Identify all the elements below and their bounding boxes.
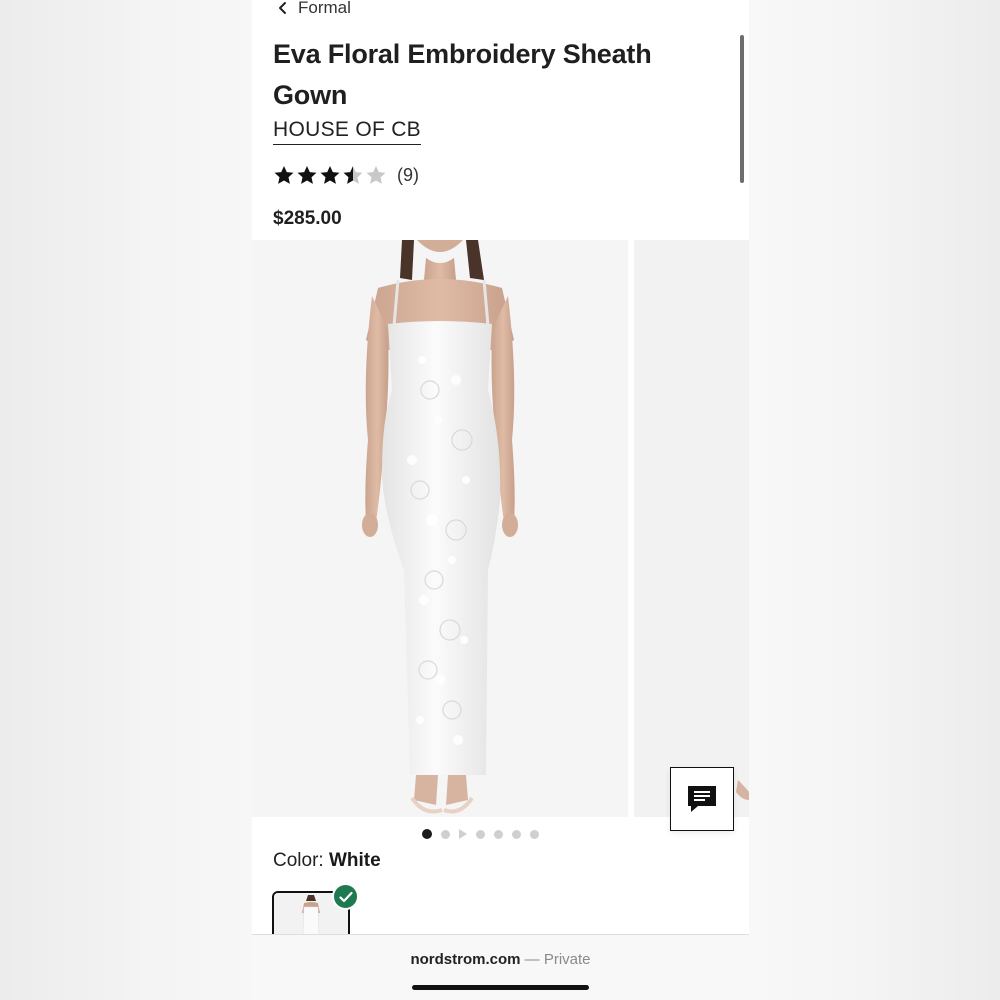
checkmark-icon: [338, 891, 353, 902]
product-image-main[interactable]: [252, 240, 628, 817]
star-filled-icon: [297, 166, 317, 184]
url-display[interactable]: nordstrom.com — Private: [252, 951, 749, 968]
back-to-formal-link[interactable]: Formal: [276, 0, 351, 20]
chevron-left-icon: [279, 2, 286, 14]
gallery-dot[interactable]: [441, 829, 450, 839]
star-filled-icon: [274, 166, 294, 184]
gallery-dot[interactable]: [494, 829, 503, 839]
chat-icon: [688, 786, 716, 812]
gallery-dot[interactable]: [530, 829, 539, 839]
url-domain: nordstrom.com: [410, 951, 521, 968]
home-indicator[interactable]: [412, 985, 589, 990]
selected-check-badge: [332, 883, 359, 910]
private-mode-label: — Private: [520, 951, 591, 968]
gallery-dot-active[interactable]: [422, 829, 432, 839]
gallery-pagination[interactable]: [422, 826, 539, 842]
star-empty-icon: [366, 166, 386, 184]
back-link-label: Formal: [298, 0, 351, 17]
star-filled-icon: [320, 166, 340, 184]
gallery-video-indicator[interactable]: [459, 829, 467, 839]
chat-button[interactable]: [670, 767, 734, 831]
left-background: [0, 0, 252, 1000]
star-half-icon: [343, 166, 363, 184]
right-background: [748, 0, 1000, 1000]
brand-link[interactable]: HOUSE OF CB: [273, 118, 421, 145]
gallery-dot[interactable]: [476, 829, 485, 839]
price: $285.00: [273, 208, 342, 229]
gallery-dot[interactable]: [512, 829, 521, 839]
color-label: Color:: [273, 850, 329, 871]
scrollbar[interactable]: [740, 35, 744, 183]
rating-summary[interactable]: (9): [273, 162, 419, 188]
product-image-gallery[interactable]: [252, 240, 749, 817]
color-selection-label: Color: White: [273, 850, 381, 872]
color-value: White: [328, 850, 381, 871]
model-in-gown-image: [252, 240, 628, 817]
phone-screen: Formal Eva Floral Embroidery Sheath Gown…: [252, 0, 749, 1000]
review-count: (9): [397, 164, 419, 185]
product-title: Eva Floral Embroidery Sheath Gown: [273, 39, 652, 110]
browser-address-bar: nordstrom.com — Private: [252, 934, 749, 1000]
product-image-next[interactable]: [634, 240, 749, 817]
next-image-preview: [634, 240, 749, 817]
star-rating: [273, 164, 387, 186]
